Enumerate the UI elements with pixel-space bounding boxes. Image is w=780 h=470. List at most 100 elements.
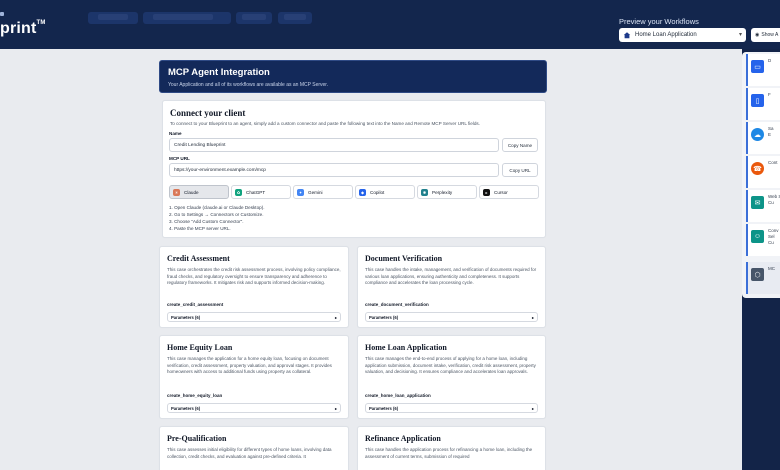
- client-label: Cursor: [494, 189, 508, 195]
- parameters-toggle[interactable]: Parameters (6) ▸: [365, 312, 538, 322]
- client-tab-chatgpt[interactable]: ✿ ChatGPT: [231, 185, 291, 199]
- chevron-right-icon: ▸: [334, 315, 337, 320]
- workflow-description: This case handles the intake, management…: [365, 267, 537, 286]
- workflow-card-credit-assessment: Credit Assessment This case orchestrates…: [159, 246, 349, 328]
- copy-url-button[interactable]: Copy URL: [502, 163, 538, 177]
- client-tab-gemini[interactable]: ✦ Gemini: [293, 185, 353, 199]
- brand-mark-dot: [0, 12, 4, 16]
- connect-title: Connect your client: [170, 108, 246, 118]
- setup-step: 3. Choose "Add Custom Connector".: [169, 218, 244, 224]
- client-tab-cursor[interactable]: ▸ Cursor: [479, 185, 539, 199]
- cursor-icon: ▸: [483, 188, 490, 196]
- workflow-description: This case assesses initial eligibility f…: [167, 447, 332, 459]
- channel-item-label: MC: [768, 266, 775, 271]
- parameters-toggle[interactable]: Parameters (6) ▸: [365, 403, 538, 413]
- chevron-down-icon: ▾: [738, 32, 742, 38]
- chatgpt-icon: ✿: [235, 188, 242, 196]
- page-title: MCP Agent Integration: [168, 67, 270, 78]
- connect-description: To connect to your Blueprint to an agent…: [170, 121, 480, 126]
- workflow-title: Document Verification: [365, 254, 443, 263]
- workflow-card-pre-qualification: Pre-Qualification This case assesses ini…: [159, 426, 349, 470]
- workflow-title: Refinance Application: [365, 434, 441, 443]
- setup-step: 4. Paste the MCP server URL.: [169, 225, 231, 231]
- monitor-icon: ▭: [751, 60, 764, 73]
- show-all-button[interactable]: ◉ Show A: [751, 28, 780, 42]
- parameters-toggle[interactable]: Parameters (6) ▸: [167, 312, 341, 322]
- salesforce-icon: ☁: [751, 128, 764, 141]
- workflow-title: Credit Assessment: [167, 254, 230, 263]
- claude-icon: ✳: [173, 188, 180, 196]
- brand-name: print: [0, 20, 37, 37]
- workflow-description: This case manages the application for a …: [167, 356, 332, 375]
- channel-item-5[interactable]: ✉ Web S Cu: [746, 190, 780, 222]
- chevron-right-icon: ▸: [531, 406, 534, 411]
- headset-icon: ☎: [751, 162, 764, 175]
- workflow-title: Home Equity Loan: [167, 343, 233, 352]
- channel-item-label: Web S Cu: [768, 194, 780, 205]
- nav-button-blurred-2[interactable]: [143, 12, 231, 24]
- parameters-toggle[interactable]: Parameters (6) ▸: [167, 403, 341, 413]
- copy-name-button[interactable]: Copy Name: [502, 138, 538, 152]
- home-icon: [623, 32, 631, 39]
- gemini-icon: ✦: [297, 188, 304, 196]
- setup-step: 2. Go to Settings → Connectors or Custom…: [169, 211, 264, 217]
- workflow-description: This case orchestrates the credit risk a…: [167, 267, 341, 286]
- page-subtitle: Your Application and all of its workflow…: [168, 82, 329, 88]
- client-tab-perplexity[interactable]: ✱ Perplexity: [417, 185, 477, 199]
- agent-icon: ☺: [751, 230, 764, 243]
- workflow-card-home-loan-application: Home Loan Application This case manages …: [357, 335, 546, 419]
- parameters-label: Parameters (6): [171, 406, 201, 411]
- mcp-url-label: MCP URL: [169, 156, 190, 161]
- setup-steps: 1. Open Claude (claude.ai or Claude Desk…: [169, 205, 265, 233]
- parameters-label: Parameters (6): [369, 315, 399, 320]
- nav-button-blurred-1[interactable]: [88, 12, 138, 24]
- name-label: Name: [169, 131, 182, 136]
- eye-icon: ◉: [755, 32, 760, 38]
- workflow-select-value: Home Loan Application: [635, 32, 697, 38]
- workflow-description: This case handles the application proces…: [365, 447, 533, 459]
- setup-step: 1. Open Claude (claude.ai or Claude Desk…: [169, 205, 265, 210]
- workflow-select[interactable]: Home Loan Application ▾: [619, 28, 746, 42]
- top-bar: printTM Preview your Workflows Home Loan…: [0, 0, 780, 49]
- brand-logo[interactable]: printTM: [0, 20, 46, 38]
- channel-item-label: Sa E: [768, 126, 774, 137]
- channel-item-label: D: [768, 58, 772, 63]
- name-field[interactable]: Credit Lending Blueprint: [169, 138, 499, 152]
- channel-item-2[interactable]: ▯ F: [746, 88, 780, 120]
- mcp-url-field[interactable]: https://your-environment.example.com/mcp: [169, 163, 499, 177]
- tablet-icon: ▯: [751, 94, 764, 107]
- show-all-label: Show A: [761, 32, 779, 38]
- workflow-card-home-equity-loan: Home Equity Loan This case manages the a…: [159, 335, 349, 419]
- client-tabs: ✳ Claude ✿ ChatGPT ✦ Gemini ◆ Copilot ✱ …: [169, 185, 539, 199]
- workflow-tool-name: create_home_loan_application: [365, 393, 431, 398]
- channel-item-label: Cont: [768, 160, 778, 165]
- workflow-tool-name: create_home_equity_loan: [167, 393, 223, 398]
- channel-item-label: F: [768, 92, 771, 97]
- connect-client-card: Connect your client To connect to your B…: [162, 100, 546, 238]
- channel-item-label: Conv Sel Cu: [768, 228, 779, 245]
- parameters-label: Parameters (6): [171, 315, 201, 320]
- channel-item-3[interactable]: ☁ Sa E: [746, 122, 780, 154]
- channel-item-6[interactable]: ☺ Conv Sel Cu: [746, 224, 780, 256]
- workflow-title: Pre-Qualification: [167, 434, 227, 443]
- channel-item-4[interactable]: ☎ Cont: [746, 156, 780, 188]
- channel-item-1[interactable]: ▭ D: [746, 54, 780, 86]
- mcp-icon: ⬡: [751, 268, 764, 281]
- chevron-right-icon: ▸: [531, 315, 534, 320]
- channel-item-7[interactable]: ⬡ MC: [746, 262, 780, 294]
- copilot-icon: ◆: [359, 188, 366, 196]
- client-label: Claude: [184, 189, 199, 195]
- client-label: Gemini: [308, 189, 323, 195]
- preview-label: Preview your Workflows: [619, 17, 699, 26]
- client-label: Perplexity: [432, 189, 453, 195]
- client-tab-claude[interactable]: ✳ Claude: [169, 185, 229, 199]
- chevron-right-icon: ▸: [334, 406, 337, 411]
- nav-button-blurred-3[interactable]: [236, 12, 272, 24]
- workflow-tool-name: create_credit_assessment: [167, 302, 224, 307]
- workflow-card-refinance-application: Refinance Application This case handles …: [357, 426, 546, 470]
- nav-button-blurred-4[interactable]: [278, 12, 312, 24]
- client-tab-copilot[interactable]: ◆ Copilot: [355, 185, 415, 199]
- mcp-header: MCP Agent Integration Your Application a…: [159, 60, 547, 93]
- workflow-title: Home Loan Application: [365, 343, 447, 352]
- parameters-label: Parameters (6): [369, 406, 399, 411]
